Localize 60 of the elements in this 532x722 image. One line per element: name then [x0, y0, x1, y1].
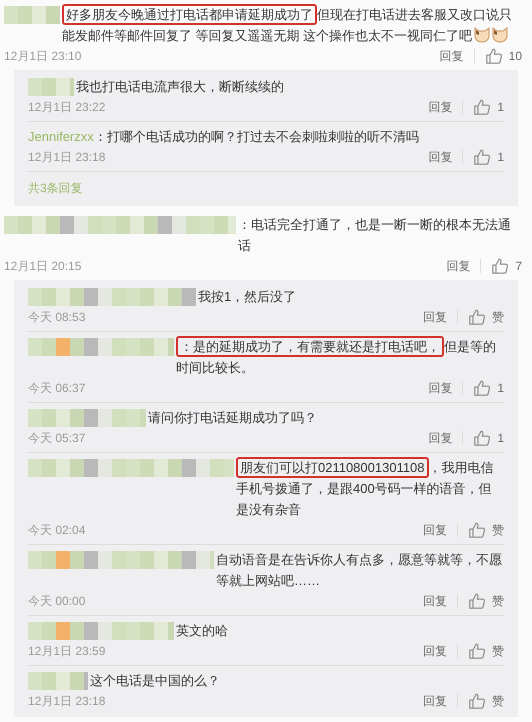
date-label: 12月1日 20:15 [4, 258, 82, 275]
like-button[interactable]: 赞 [468, 642, 504, 660]
thumbs-up-icon [473, 379, 492, 397]
reply-link[interactable]: 回复 [423, 308, 447, 326]
like-button[interactable]: 1 [473, 429, 504, 447]
cat-emoji-icon [491, 25, 510, 43]
date-label: 12月1日 23:10 [4, 48, 82, 65]
comment-text: 这个电话是中国的么？ [90, 672, 221, 690]
reply-link[interactable]: 回复 [446, 257, 470, 275]
thumbs-up-icon [473, 148, 492, 166]
date-label: 12月1日 23:18 [28, 693, 106, 710]
reply-link[interactable]: 回复 [440, 47, 464, 65]
thumbs-up-icon [484, 47, 503, 65]
comment-text: 好多朋友今晚通过打电话都申请延期成功了 但现在打电话进去客服又改口说只能发邮件等邮件回复了 等回复又遥遥无期 这个操作也太不一视同仁了吧 [62, 4, 522, 46]
reply-link[interactable]: 回复 [423, 592, 447, 610]
thumbs-up-icon [468, 308, 486, 326]
date-label: 12月1日 23:59 [28, 643, 106, 660]
blurred-name-drawing [4, 6, 60, 24]
like-button[interactable]: 1 [473, 379, 504, 397]
like-button[interactable]: 赞 [468, 308, 504, 326]
date-label: 今天 02:04 [28, 522, 86, 539]
like-button[interactable]: 赞 [468, 592, 504, 610]
reply-link[interactable]: 回复 [428, 98, 452, 116]
date-label: 12月1日 23:18 [28, 149, 106, 166]
like-button[interactable]: 10 [484, 47, 522, 65]
reply-link[interactable]: 回复 [428, 148, 452, 166]
comment-text: ：打哪个电话成功的啊？打过去不会刺啦刺啦的听不清吗 [94, 128, 420, 146]
like-button[interactable]: 1 [473, 148, 504, 166]
date-label: 今天 08:53 [28, 309, 86, 326]
reply-link[interactable]: 回复 [428, 379, 452, 397]
thumbs-up-icon [473, 98, 492, 116]
thumbs-up-icon [468, 592, 486, 610]
like-button[interactable]: 赞 [468, 692, 504, 710]
date-label: 12月1日 23:22 [28, 99, 106, 116]
comment-text: 我按1，然后没了 [198, 288, 298, 306]
date-label: 今天 06:37 [28, 380, 86, 397]
reply-link[interactable]: 回复 [428, 429, 452, 447]
blurred-name-drawing [28, 78, 74, 96]
like-button[interactable]: 7 [491, 257, 522, 275]
comment-text: ：是的延期成功了，有需要就还是打电话吧， 但是等的时间比较长。 [176, 336, 504, 378]
comment-text: 自动语音是在告诉你人有点多，愿意等就等，不愿等就上网站吧…… [216, 551, 503, 590]
comment-text: 我也打电话电流声很大，断断续续的 [76, 78, 285, 96]
comment-text: 请问你打电话延期成功了吗？ [148, 409, 318, 427]
comment-text: 英文的哈 [176, 622, 229, 640]
date-label: 今天 05:37 [28, 430, 86, 447]
reply-link[interactable]: 回复 [423, 692, 447, 710]
comment-text: 朋友们可以打021108001301108 ，我用电信手机号拨通了，是跟400号码一样的语音，但是没有杂音 [236, 457, 504, 520]
cat-emoji-icon [473, 25, 492, 43]
reply-link[interactable]: 回复 [423, 521, 447, 539]
reply-link[interactable]: 回复 [423, 642, 447, 660]
thumbs-up-icon [468, 521, 486, 539]
thumbs-up-icon [473, 429, 492, 447]
like-button[interactable]: 赞 [468, 521, 504, 539]
thumbs-up-icon [491, 257, 510, 275]
like-button[interactable]: 1 [473, 98, 504, 116]
blurred-name-drawing [28, 672, 88, 690]
thumbs-up-icon [468, 642, 486, 660]
date-label: 今天 00:00 [28, 593, 86, 610]
thumbs-up-icon [468, 692, 486, 710]
comment-text: ：电话完全打通了，也是一断一断的根本无法通话 [238, 216, 512, 255]
